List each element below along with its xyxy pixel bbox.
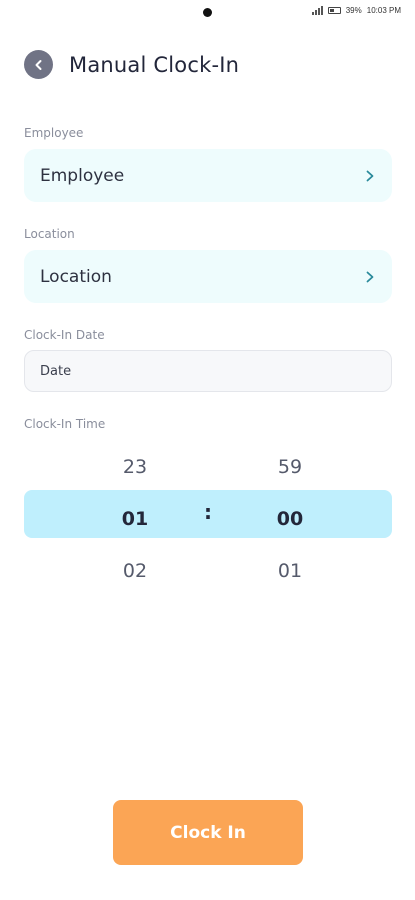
- location-value: Location: [40, 266, 112, 287]
- hour-option-above[interactable]: 23: [85, 447, 185, 495]
- signal-icon: [311, 6, 323, 15]
- header: Manual Clock-In: [24, 50, 239, 79]
- minute-option-above[interactable]: 59: [240, 447, 340, 495]
- time-separator: :: [204, 500, 212, 524]
- camera-cutout: [203, 8, 212, 17]
- minute-option-below[interactable]: 01: [240, 543, 340, 591]
- clock-in-date-field[interactable]: [24, 350, 392, 392]
- time-picker: 23 01 02 : 59 00 01: [24, 447, 392, 592]
- hour-option-selected[interactable]: 01: [85, 495, 185, 543]
- status-bar: 39% 10:03 PM: [0, 0, 415, 24]
- status-indicators: 39% 10:03 PM: [311, 6, 401, 15]
- clock-in-time-label: Clock-In Time: [24, 417, 106, 431]
- location-select[interactable]: Location: [24, 250, 392, 303]
- status-time: 10:03 PM: [366, 6, 401, 15]
- back-button[interactable]: [24, 50, 53, 79]
- employee-select[interactable]: Employee: [24, 149, 392, 202]
- battery-percentage: 39%: [345, 6, 362, 15]
- location-label: Location: [24, 227, 75, 241]
- employee-value: Employee: [40, 165, 125, 186]
- hour-option-below[interactable]: 02: [85, 543, 185, 591]
- clock-in-date-label: Clock-In Date: [24, 328, 105, 342]
- chevron-right-icon: [366, 271, 374, 282]
- battery-icon: [327, 7, 341, 14]
- hours-wheel[interactable]: 23 01 02: [85, 447, 185, 591]
- minutes-wheel[interactable]: 59 00 01: [240, 447, 340, 591]
- chevron-left-icon: [35, 59, 41, 70]
- employee-label: Employee: [24, 126, 84, 140]
- clock-in-button[interactable]: Clock In: [113, 800, 303, 865]
- minute-option-selected[interactable]: 00: [240, 495, 340, 543]
- chevron-right-icon: [366, 170, 374, 181]
- page-title: Manual Clock-In: [69, 52, 240, 77]
